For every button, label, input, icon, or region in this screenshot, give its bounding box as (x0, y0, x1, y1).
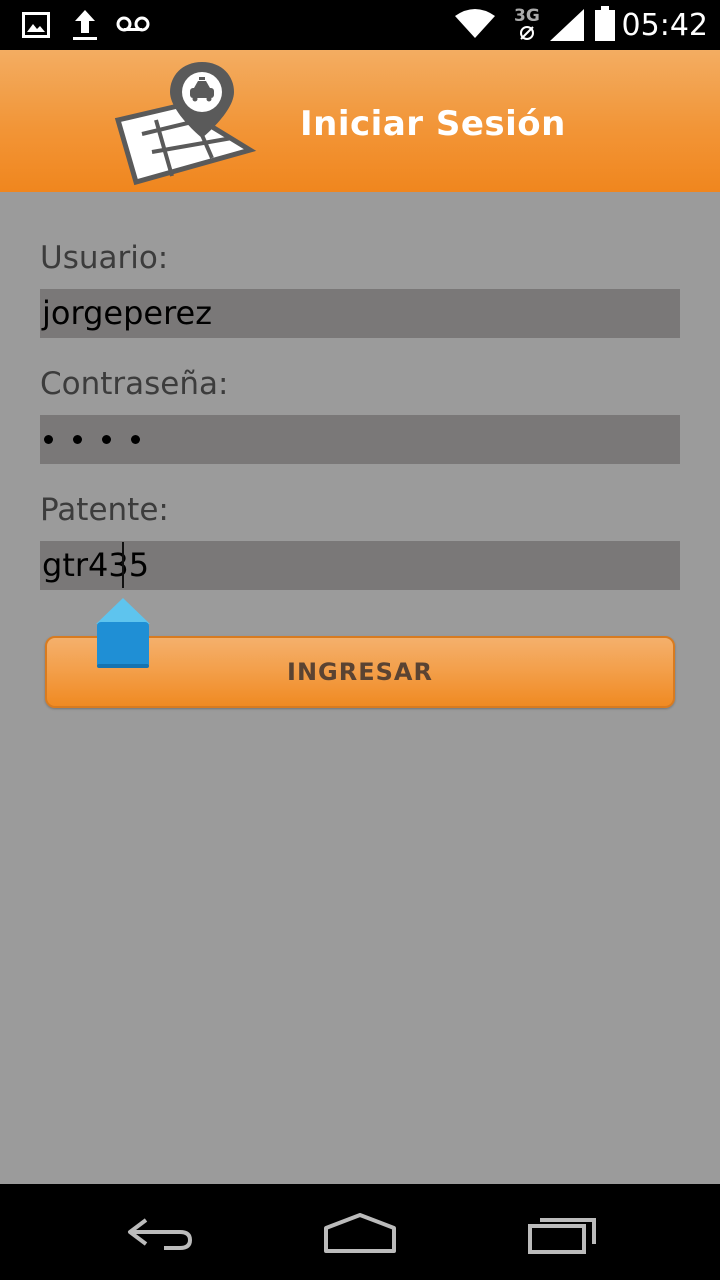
password-dot (44, 435, 53, 444)
login-form: Usuario: jorgeperez Contraseña: Patente:… (0, 192, 720, 1184)
text-cursor (122, 542, 124, 588)
app-header: Iniciar Sesión (0, 50, 720, 192)
signal-icon (550, 9, 584, 41)
voicemail-icon (116, 16, 150, 32)
text-selection-handle[interactable] (96, 598, 150, 670)
upload-icon (73, 10, 97, 40)
password-dot (102, 435, 111, 444)
login-screen: 3G 05:42 Iniciar Sesión Usuario: jorgepe… (0, 0, 720, 1280)
recents-icon[interactable] (526, 1214, 598, 1254)
patente-label: Patente: (40, 492, 169, 528)
usuario-input[interactable]: jorgeperez (40, 289, 680, 338)
wifi-icon (455, 9, 495, 38)
contrasena-label: Contraseña: (40, 366, 229, 402)
home-icon[interactable] (322, 1212, 398, 1254)
patente-input[interactable]: gtr435 (40, 541, 680, 590)
network-type: 3G (514, 6, 540, 26)
password-dot (73, 435, 82, 444)
battery-icon (595, 6, 615, 41)
password-dot (131, 435, 140, 444)
navigation-bar (0, 1184, 720, 1280)
image-icon (22, 12, 50, 38)
clock: 05:42 (621, 8, 708, 43)
contrasena-input[interactable] (40, 415, 680, 464)
back-icon[interactable] (124, 1214, 196, 1254)
status-bar: 3G 05:42 (0, 0, 720, 50)
page-title: Iniciar Sesión (300, 104, 566, 144)
usuario-label: Usuario: (40, 240, 169, 276)
no-data-icon (520, 26, 534, 40)
taxi-map-pin-icon (114, 62, 257, 186)
